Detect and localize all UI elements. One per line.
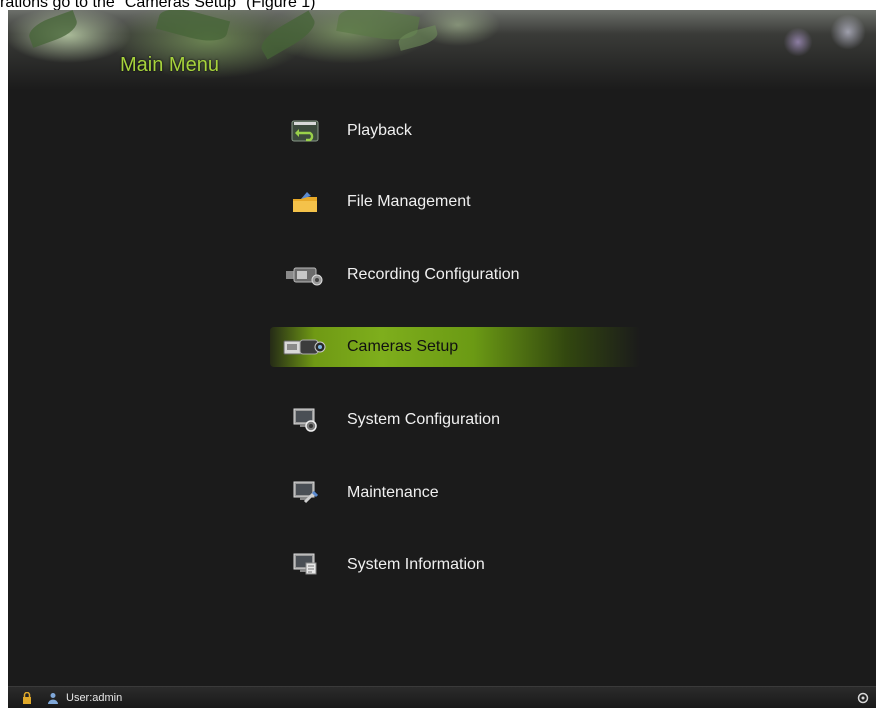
menu-item-label: Maintenance — [347, 484, 439, 501]
camera-icon — [270, 327, 340, 367]
menu-item-file-management[interactable]: File Management — [270, 182, 640, 222]
monitor-gear-icon — [270, 400, 340, 440]
monitor-info-icon — [270, 545, 340, 585]
menu-item-label: System Configuration — [347, 411, 500, 428]
header-banner — [8, 10, 876, 90]
menu-item-label: System Information — [347, 556, 485, 573]
dvr-main-menu-screen: Main Menu Playback File Management Recor… — [8, 10, 876, 708]
menu-item-label: Recording Configuration — [347, 266, 520, 283]
menu-item-maintenance[interactable]: Maintenance — [270, 473, 640, 513]
menu-item-system-configuration[interactable]: System Configuration — [270, 400, 640, 440]
lock-icon[interactable] — [20, 691, 34, 705]
page-title: Main Menu — [120, 54, 219, 76]
folder-icon — [270, 182, 340, 222]
user-icon — [46, 691, 60, 705]
menu-item-cameras-setup[interactable]: Cameras Setup — [270, 327, 640, 367]
current-user-label: User:admin — [66, 692, 123, 704]
menu-item-label: File Management — [347, 193, 471, 210]
menu-item-system-information[interactable]: System Information — [270, 545, 640, 585]
menu-item-label: Cameras Setup — [347, 338, 459, 355]
menu-item-playback[interactable]: Playback — [270, 111, 640, 151]
menu-item-recording-configuration[interactable]: Recording Configuration — [270, 255, 640, 295]
menu-item-label: Playback — [347, 122, 412, 139]
monitor-wrench-icon — [270, 473, 340, 513]
playback-icon — [270, 111, 340, 151]
camera-recording-icon — [270, 255, 340, 295]
status-bar: User:admin — [8, 686, 876, 708]
power-icon[interactable] — [856, 691, 870, 705]
